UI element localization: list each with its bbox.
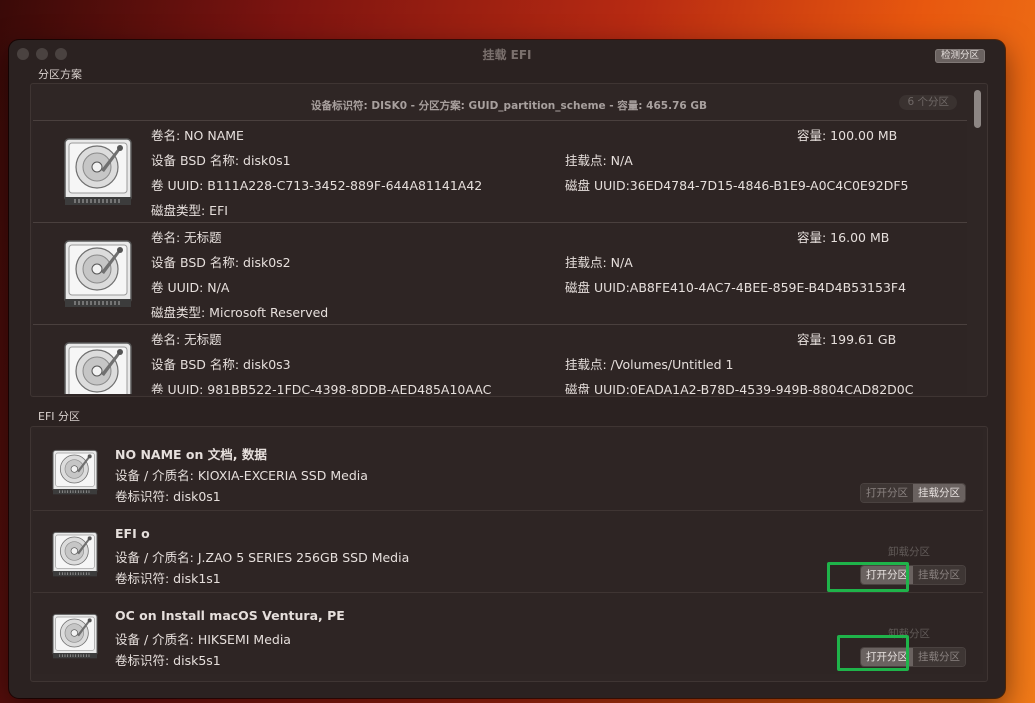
efi-identifier: 卷标识符: disk5s1 xyxy=(115,653,221,668)
disk-summary-header: 设备标识符: DISK0 - 分区方案: GUID_partition_sche… xyxy=(311,100,707,112)
efi-media-name: 设备 / 介质名: KIOXIA-EXCERIA SSD Media xyxy=(115,468,368,483)
partition-row[interactable]: 卷名: 无标题 容量: 199.61 GB 设备 BSD 名称: disk0s3… xyxy=(33,324,967,394)
disk-uuid: 磁盘 UUID:0EADA1A2-B78D-4539-949B-8804CAD8… xyxy=(565,382,914,394)
volume-uuid: 卷 UUID: 981BB522-1FDC-4398-8DDB-AED485A1… xyxy=(151,382,492,394)
hard-disk-icon xyxy=(59,335,137,394)
efi-identifier: 卷标识符: disk0s1 xyxy=(115,489,221,504)
efi-row[interactable]: NO NAME on 文档, 数据 设备 / 介质名: KIOXIA-EXCER… xyxy=(33,429,983,510)
efi-volume-name: OC on Install macOS Ventura, PE xyxy=(115,608,345,623)
open-button-highlight-box xyxy=(827,562,909,592)
volume-capacity: 容量: 199.61 GB xyxy=(797,332,897,347)
detect-partitions-button[interactable]: 检测分区 xyxy=(934,49,985,63)
mount-partition-button[interactable]: 挂载分区 xyxy=(913,648,965,666)
bsd-name: 设备 BSD 名称: disk0s1 xyxy=(151,153,291,168)
volume-name: 卷名: 无标题 xyxy=(151,332,222,347)
partition-list[interactable]: 卷名: NO NAME 容量: 100.00 MB 设备 BSD 名称: dis… xyxy=(33,120,967,394)
mount-efi-window: 挂载 EFI 检测分区 分区方案 设备标识符: DISK0 - 分区方案: GU… xyxy=(9,40,1005,698)
disk-uuid: 磁盘 UUID:36ED4784-7D15-4846-B1E9-A0C4C0E9… xyxy=(565,178,909,193)
efi-identifier: 卷标识符: disk1s1 xyxy=(115,571,221,586)
efi-partition-label: EFI 分区 xyxy=(38,410,81,423)
open-button-highlight-box xyxy=(837,635,909,671)
mount-partition-button[interactable]: 挂载分区 xyxy=(913,484,965,502)
efi-action-buttons: 打开分区 挂载分区 xyxy=(861,484,965,502)
hard-disk-icon xyxy=(49,609,101,661)
hard-disk-icon xyxy=(49,527,101,579)
bsd-name: 设备 BSD 名称: disk0s2 xyxy=(151,255,291,270)
open-partition-button[interactable]: 打开分区 xyxy=(861,484,913,502)
partition-scheme-panel: 设备标识符: DISK0 - 分区方案: GUID_partition_sche… xyxy=(30,83,988,397)
hard-disk-icon xyxy=(49,445,101,497)
disk-type: 磁盘类型: EFI xyxy=(151,203,228,218)
volume-uuid: 卷 UUID: B111A228-C713-3452-889F-644A8114… xyxy=(151,178,483,193)
hard-disk-icon xyxy=(59,233,137,311)
scrollbar-thumb[interactable] xyxy=(974,90,981,128)
partition-row[interactable]: 卷名: 无标题 容量: 16.00 MB 设备 BSD 名称: disk0s2 … xyxy=(33,222,967,324)
volume-uuid: 卷 UUID: N/A xyxy=(151,280,230,295)
volume-name: 卷名: NO NAME xyxy=(151,128,244,143)
mount-point: 挂载点: N/A xyxy=(565,153,633,168)
disk-uuid: 磁盘 UUID:AB8FE410-4AC7-4BEE-859E-B4D4B531… xyxy=(565,280,907,295)
partition-count-badge: 6 个分区 xyxy=(899,95,957,110)
partition-list-scrollbar[interactable] xyxy=(974,88,981,390)
efi-volume-name: NO NAME on 文档, 数据 xyxy=(115,447,267,462)
volume-name: 卷名: 无标题 xyxy=(151,230,222,245)
mount-point: 挂载点: /Volumes/Untitled 1 xyxy=(565,357,734,372)
disk-type: 磁盘类型: Microsoft Reserved xyxy=(151,305,329,320)
partition-scheme-label: 分区方案 xyxy=(38,68,82,81)
efi-media-name: 设备 / 介质名: J.ZAO 5 SERIES 256GB SSD Media xyxy=(115,550,410,565)
unmount-partition-button[interactable]: 卸载分区 xyxy=(888,544,930,559)
window-title: 挂载 EFI xyxy=(482,48,532,62)
volume-capacity: 容量: 16.00 MB xyxy=(797,230,890,245)
title-bar: 挂载 EFI 检测分区 xyxy=(9,40,1005,66)
mount-partition-button[interactable]: 挂载分区 xyxy=(913,566,965,584)
efi-volume-name: EFI o xyxy=(115,526,150,541)
mount-point: 挂载点: N/A xyxy=(565,255,633,270)
bsd-name: 设备 BSD 名称: disk0s3 xyxy=(151,357,291,372)
hard-disk-icon xyxy=(59,131,137,209)
volume-capacity: 容量: 100.00 MB xyxy=(797,128,898,143)
partition-row[interactable]: 卷名: NO NAME 容量: 100.00 MB 设备 BSD 名称: dis… xyxy=(33,120,967,222)
efi-media-name: 设备 / 介质名: HIKSEMI Media xyxy=(115,632,291,647)
